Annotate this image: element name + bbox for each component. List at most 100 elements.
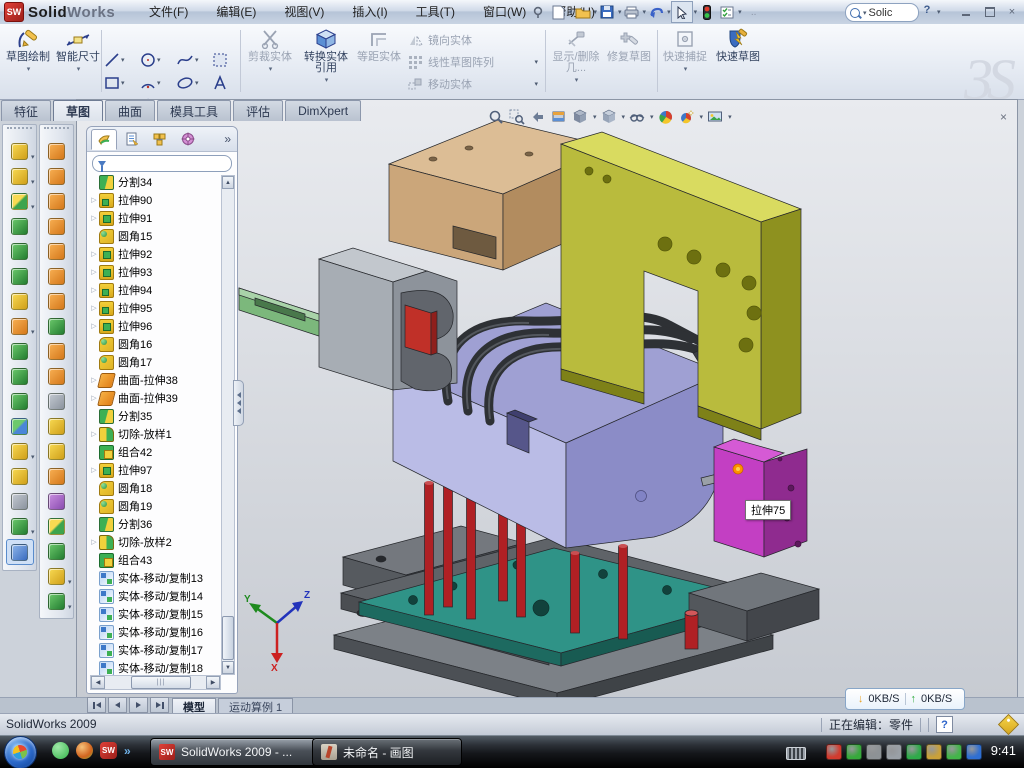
- ellipse-tool[interactable]: ▾: [176, 75, 199, 91]
- scrollbar-thumb[interactable]: |||: [131, 676, 191, 689]
- menu-item-4[interactable]: 工具(T): [402, 0, 469, 24]
- expand-arrow-icon[interactable]: ▷: [89, 250, 99, 258]
- tree-item[interactable]: ▷切除-放样1: [89, 425, 222, 443]
- hole-wizard-button[interactable]: [7, 289, 33, 313]
- cylinder-button[interactable]: [44, 539, 70, 563]
- tree-item[interactable]: 分割35: [89, 407, 222, 425]
- help-button[interactable]: ?: [918, 2, 936, 17]
- convert-entities-button[interactable]: 转换实体引用 ▾: [300, 27, 352, 95]
- line-tool[interactable]: ▾: [104, 52, 125, 68]
- tree-item[interactable]: 实体-移动/复制17: [89, 641, 222, 659]
- player-icon[interactable]: [76, 742, 93, 759]
- search-input[interactable]: Solic: [869, 7, 893, 19]
- undo-icon[interactable]: [646, 2, 666, 22]
- panel-splitter-handle[interactable]: [233, 380, 244, 426]
- panel-overflow-button[interactable]: »: [224, 132, 231, 146]
- tree-item[interactable]: 组合42: [89, 443, 222, 461]
- dropdown-arrow-icon[interactable]: ▾: [121, 79, 125, 87]
- toolbar-overflow[interactable]: ..: [742, 2, 766, 22]
- flex-button[interactable]: [44, 289, 70, 313]
- quick-snaps-button[interactable]: 快速捕捉 ▾: [662, 27, 708, 95]
- point-button[interactable]: ▾: [44, 564, 70, 588]
- boundary-boss-button[interactable]: [44, 239, 70, 263]
- dropdown-arrow-icon[interactable]: ▾: [650, 113, 654, 121]
- previous-view-icon[interactable]: [529, 108, 547, 126]
- repair-sketch-button[interactable]: 修复草图: [606, 27, 652, 95]
- close-button[interactable]: ×: [1003, 4, 1021, 19]
- task-paint[interactable]: 未命名 - 画图: [312, 738, 462, 766]
- toolbar-drag-handle[interactable]: [44, 127, 69, 137]
- tree-item[interactable]: 实体-移动/复制14: [89, 587, 222, 605]
- scrollbar-thumb[interactable]: [222, 616, 234, 660]
- extruded-cut-button[interactable]: ▾: [7, 164, 33, 188]
- tree-item[interactable]: ▷拉伸93: [89, 263, 222, 281]
- expand-arrow-icon[interactable]: ▷: [89, 286, 99, 294]
- dropdown-arrow-icon[interactable]: ▾: [157, 79, 161, 87]
- tab-property-manager[interactable]: [119, 129, 145, 150]
- view-orientation-icon[interactable]: [600, 108, 618, 126]
- tab-dimxpert[interactable]: DimXpert: [285, 100, 361, 121]
- tree-item[interactable]: ▷拉伸94: [89, 281, 222, 299]
- doc-close-button[interactable]: ×: [1000, 110, 1007, 128]
- curve-button[interactable]: ▾: [7, 514, 33, 538]
- linear-sketch-pattern-button[interactable]: 线性草图阵列 ▾: [408, 52, 538, 72]
- tree-item[interactable]: 圆角19: [89, 497, 222, 515]
- search-dropdown-icon[interactable]: ▾: [863, 9, 867, 17]
- tree-item[interactable]: 实体-移动/复制15: [89, 605, 222, 623]
- insert-part-button[interactable]: ▾: [7, 439, 33, 463]
- tree-item[interactable]: ▷拉伸97: [89, 461, 222, 479]
- system-update-icon[interactable]: [866, 744, 882, 760]
- dropdown-arrow-icon[interactable]: ▾: [6, 64, 51, 75]
- shell-button[interactable]: [7, 239, 33, 263]
- join-button[interactable]: [7, 389, 33, 413]
- thicken-button[interactable]: [44, 339, 70, 363]
- model-tab[interactable]: 模型: [172, 698, 216, 714]
- search-box[interactable]: ▾ Solic: [845, 3, 919, 22]
- last-tab-button[interactable]: [150, 697, 169, 713]
- dropdown-arrow-icon[interactable]: ▾: [301, 75, 352, 86]
- dropdown-arrow-icon[interactable]: ▾: [68, 578, 72, 586]
- first-tab-button[interactable]: [87, 697, 106, 713]
- tab-mold-tools[interactable]: 模具工具: [157, 100, 231, 121]
- task-solidworks[interactable]: SW SolidWorks 2009 - ...: [150, 738, 316, 766]
- tree-item[interactable]: ▷拉伸90: [89, 191, 222, 209]
- combine-button[interactable]: [7, 339, 33, 363]
- tree-filter-input[interactable]: [92, 155, 232, 172]
- mirror-entities-button[interactable]: 镜向实体: [408, 30, 538, 50]
- select-region-tool[interactable]: [212, 52, 228, 68]
- antivirus-icon[interactable]: [846, 744, 862, 760]
- tab-surfaces[interactable]: 曲面: [105, 100, 155, 121]
- restore-button[interactable]: [981, 4, 999, 19]
- sync-icon[interactable]: [966, 744, 982, 760]
- network-speed-widget[interactable]: ↓ 0KB/S ↑ 0KB/S: [845, 688, 965, 710]
- tree-item[interactable]: 圆角16: [89, 335, 222, 353]
- tag-icon[interactable]: [998, 714, 1019, 735]
- split-line-button[interactable]: [44, 439, 70, 463]
- dropdown-arrow-icon[interactable]: ▾: [195, 79, 199, 87]
- expand-arrow-icon[interactable]: ▷: [89, 304, 99, 312]
- hide-show-items-icon[interactable]: [628, 108, 646, 126]
- help-dropdown-icon[interactable]: ▾: [937, 8, 941, 16]
- tree-item[interactable]: ▷拉伸91: [89, 209, 222, 227]
- dropdown-arrow-icon[interactable]: ▾: [157, 56, 161, 64]
- revolved-boss-button[interactable]: [44, 164, 70, 188]
- tab-sketch[interactable]: 草图: [53, 100, 103, 121]
- move-face-button[interactable]: [44, 464, 70, 488]
- previous-tab-button[interactable]: [108, 697, 127, 713]
- display-delete-relations-button[interactable]: 显示/删除几... ▾: [551, 27, 601, 95]
- start-button[interactable]: [4, 736, 37, 768]
- tree-item[interactable]: ▷拉伸96: [89, 317, 222, 335]
- expand-arrow-icon[interactable]: ▷: [89, 538, 99, 546]
- text-tool[interactable]: [212, 75, 228, 91]
- new-document-icon[interactable]: [548, 2, 568, 22]
- zoom-fit-icon[interactable]: [487, 108, 505, 126]
- tree-item[interactable]: 分割34: [89, 173, 222, 191]
- zoom-area-icon[interactable]: [508, 108, 526, 126]
- tree-item[interactable]: ▷拉伸92: [89, 245, 222, 263]
- trim-entities-button[interactable]: 剪裁实体 ▾: [246, 27, 294, 95]
- tree-item[interactable]: ▷曲面-拉伸39: [89, 389, 222, 407]
- swept-boss-button[interactable]: [44, 139, 70, 163]
- rebuild-icon[interactable]: [697, 2, 717, 22]
- expand-arrow-icon[interactable]: ▷: [89, 196, 99, 204]
- vpn-icon[interactable]: [906, 744, 922, 760]
